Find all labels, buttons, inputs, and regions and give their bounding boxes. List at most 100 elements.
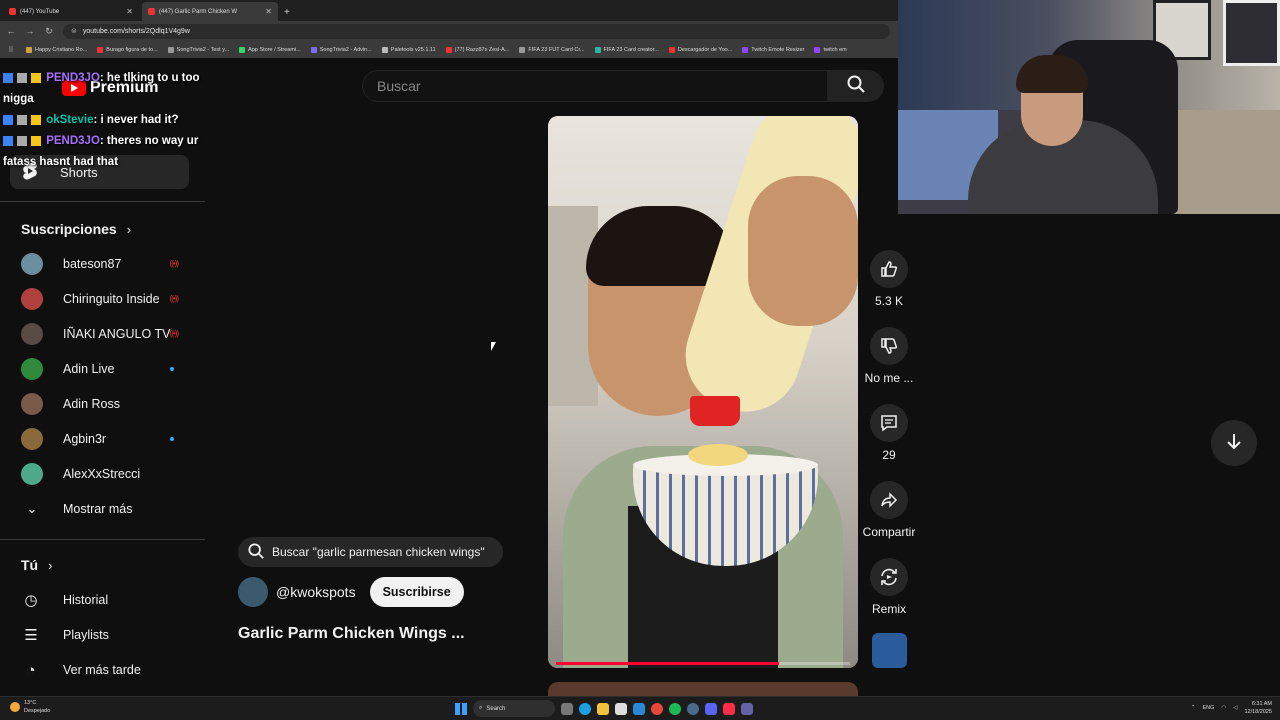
live-indicator-icon: ((•))	[169, 329, 180, 338]
bookmark[interactable]: FIFA 23 Card creator...	[594, 46, 659, 53]
chat-username: PEND3JO	[46, 72, 100, 84]
bookmark[interactable]: Paletools v25.1.11	[381, 46, 436, 53]
sidebar-item-playlists[interactable]: ☰ Playlists	[21, 619, 191, 651]
history-icon: ◷	[24, 592, 38, 609]
chat-message: PEND3JO: theres no way ur fatass hasnt h…	[3, 131, 213, 173]
bookmark-icon	[381, 46, 388, 53]
back-icon[interactable]: ←	[6, 26, 16, 36]
spotify-icon[interactable]	[669, 702, 681, 715]
subscription-item[interactable]: Adin Ross	[21, 388, 186, 420]
tab-youtube-home[interactable]: (447) YouTube ✕	[3, 2, 139, 21]
sidebar-item-watch-later[interactable]: ◔ Ver más tarde	[21, 654, 191, 686]
bookmark[interactable]: twitch em	[814, 46, 847, 53]
you-heading[interactable]: Tú ›	[21, 557, 52, 573]
bookmark[interactable]: Happy Cristiano Ro...	[26, 46, 87, 53]
video-title[interactable]: Garlic Parm Chicken Wings ...	[238, 625, 465, 643]
address-bar[interactable]: ⊜ youtube.com/shorts/2Qdlq1V4g9w	[63, 23, 890, 39]
comments-button[interactable]: 29	[866, 404, 912, 462]
reload-icon[interactable]: ↻	[44, 26, 54, 37]
chrome-icon[interactable]	[651, 702, 663, 715]
subscription-item[interactable]: Adin Live	[21, 353, 186, 385]
store-icon[interactable]	[615, 702, 627, 715]
windows-taskbar: 13°C Despejado ⌕ Search ⌃ ENG ◠ ◁ 6:31 A…	[0, 696, 1280, 720]
bookmark[interactable]: SongTrivia2 - Test y...	[167, 46, 229, 53]
bookmark[interactable]: Twitch Emote Resizer	[742, 46, 804, 53]
bookmark[interactable]: App Store / Streami...	[239, 46, 301, 53]
bookmark[interactable]: Burago figura de to...	[97, 46, 158, 53]
search-suggestion-chip[interactable]: Buscar "garlic parmesan chicken wings"	[238, 537, 503, 567]
channel-avatar[interactable]	[238, 577, 268, 607]
live-indicator-icon: ((•))	[169, 259, 180, 268]
tab-current-short[interactable]: (447) Garlic Parm Chicken W ✕	[142, 2, 278, 21]
subscription-name: IÑAKI ANGULO TV	[63, 327, 171, 341]
site-info-icon[interactable]: ⊜	[71, 27, 77, 35]
bookmark[interactable]: FIFA 23 FUT Card Cr...	[519, 46, 585, 53]
chevron-right-icon: ›	[48, 557, 53, 573]
apps-grid-icon[interactable]: ⠿	[6, 46, 16, 54]
discord-icon[interactable]	[705, 702, 717, 715]
subscription-item[interactable]: Agbin3r	[21, 423, 186, 455]
bookmark[interactable]: Descargador de Yoo...	[668, 46, 732, 53]
live-indicator-icon: ((•))	[169, 294, 180, 303]
channel-avatar	[21, 288, 43, 310]
chevron-up-icon[interactable]: ⌃	[1191, 705, 1196, 711]
bookmark[interactable]: SongTrivia2 - Advin...	[310, 46, 372, 53]
taskbar-search[interactable]: ⌕ Search	[473, 700, 555, 717]
teams-icon[interactable]	[741, 702, 753, 715]
sidebar-divider	[0, 539, 205, 540]
chat-username: PEND3JO	[46, 135, 100, 147]
subscriptions-heading[interactable]: Suscripciones ›	[21, 221, 131, 237]
task-view-icon[interactable]	[561, 702, 573, 715]
show-more-button[interactable]: ⌄ Mostrar más	[21, 493, 186, 525]
sidebar-item-history[interactable]: ◷ Historial	[21, 584, 191, 616]
remix-button[interactable]: Remix	[866, 558, 912, 616]
close-tab-icon[interactable]: ✕	[126, 7, 133, 16]
bookmark[interactable]: (77) Razz87s Zesl-A...	[445, 46, 509, 53]
clock[interactable]: 6:31 AM 12/18/2025	[1244, 700, 1272, 716]
search-input[interactable]: Buscar	[362, 70, 828, 102]
close-tab-icon[interactable]: ✕	[265, 7, 272, 16]
subscription-item[interactable]: AlexXxStrecci	[21, 458, 186, 490]
system-tray: ⌃ ENG ◠ ◁ 6:31 AM 12/18/2025	[1191, 700, 1272, 716]
weather-widget[interactable]: 13°C Despejado	[10, 699, 50, 715]
subscribe-button[interactable]: Suscribirse	[369, 577, 464, 607]
forward-icon[interactable]: →	[25, 26, 35, 36]
channel-avatar	[21, 253, 43, 275]
next-short-preview[interactable]	[548, 682, 858, 696]
audio-source-thumbnail[interactable]	[872, 633, 907, 668]
channel-name[interactable]: @kwokspots	[276, 584, 356, 600]
edge-icon[interactable]	[579, 702, 591, 715]
subscription-name: AlexXxStrecci	[63, 467, 141, 481]
dislike-label: No me ...	[864, 371, 914, 385]
bookmark-icon	[167, 46, 174, 53]
mail-icon[interactable]	[633, 702, 645, 715]
playlists-icon: ☰	[24, 627, 38, 644]
dislike-button[interactable]: No me ...	[864, 327, 914, 385]
volume-icon[interactable]: ◁	[1233, 705, 1237, 711]
language-indicator[interactable]: ENG	[1203, 705, 1215, 711]
file-explorer-icon[interactable]	[597, 702, 609, 715]
short-video-player[interactable]	[548, 116, 858, 668]
chat-message: okStevie: i never had it?	[3, 110, 213, 131]
bookmarks-bar: ⠿ Happy Cristiano Ro... Burago figura de…	[0, 41, 898, 58]
next-short-button[interactable]	[1211, 420, 1257, 466]
wifi-icon[interactable]: ◠	[1221, 705, 1226, 711]
video-progress-bar[interactable]	[556, 662, 850, 665]
subscription-item[interactable]: Chiringuito Inside ((•))	[21, 283, 186, 315]
taskbar-apps: ⌕ Search	[455, 700, 753, 717]
share-button[interactable]: Compartir	[863, 481, 915, 539]
like-button[interactable]: 5.3 K	[866, 250, 912, 308]
music-icon[interactable]	[723, 702, 735, 715]
subscription-item[interactable]: IÑAKI ANGULO TV ((•))	[21, 318, 186, 350]
bookmark-icon	[668, 46, 675, 53]
subscription-item[interactable]: bateson87 ((•))	[21, 248, 186, 280]
channel-avatar	[21, 358, 43, 380]
channel-avatar	[21, 323, 43, 345]
sidebar-divider	[0, 201, 205, 202]
steam-icon[interactable]	[687, 702, 699, 715]
new-tab-button[interactable]: +	[284, 7, 290, 18]
windows-start-icon[interactable]	[455, 702, 467, 715]
bookmark-icon	[239, 46, 246, 53]
chat-username: okStevie	[46, 114, 94, 126]
search-button[interactable]	[828, 70, 884, 102]
